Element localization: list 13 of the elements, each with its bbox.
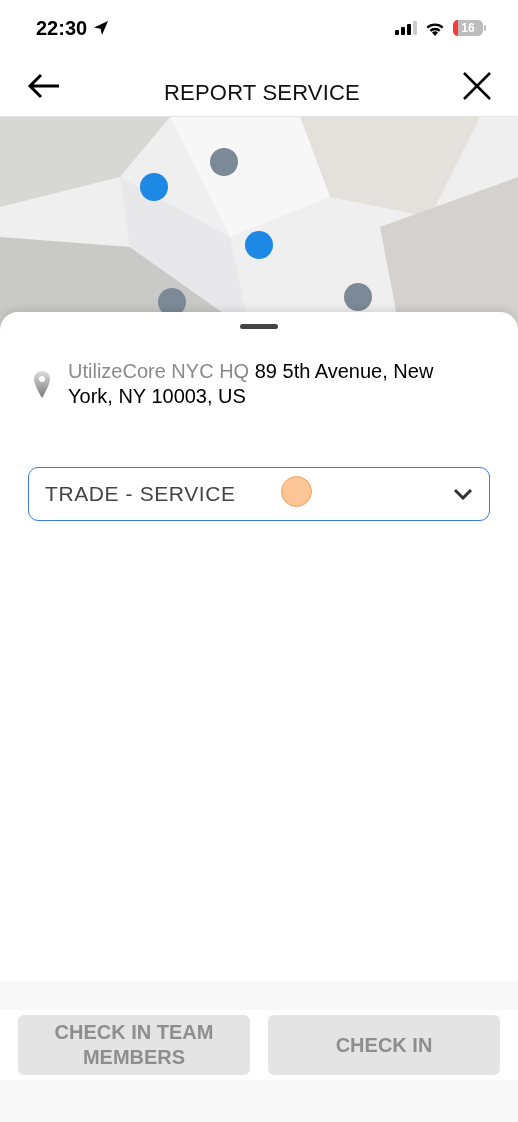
trade-dropdown[interactable]: TRADE - SERVICE: [28, 467, 490, 521]
battery-icon: 16: [453, 20, 486, 36]
status-time: 22:30: [36, 16, 88, 40]
location-address: UtilizeCore NYC HQ 89 5th Avenue, New York, NY 10003, US: [68, 359, 435, 409]
signal-icon: [395, 21, 417, 35]
sheet-handle[interactable]: [240, 324, 278, 329]
map-pin-icon: [32, 370, 52, 400]
back-button[interactable]: [26, 72, 62, 100]
wifi-icon: [425, 20, 445, 36]
chevron-down-icon: [453, 488, 473, 500]
page-title: REPORT SERVICE: [164, 80, 360, 106]
close-button[interactable]: [462, 71, 492, 101]
location-arrow-icon: [93, 20, 110, 36]
